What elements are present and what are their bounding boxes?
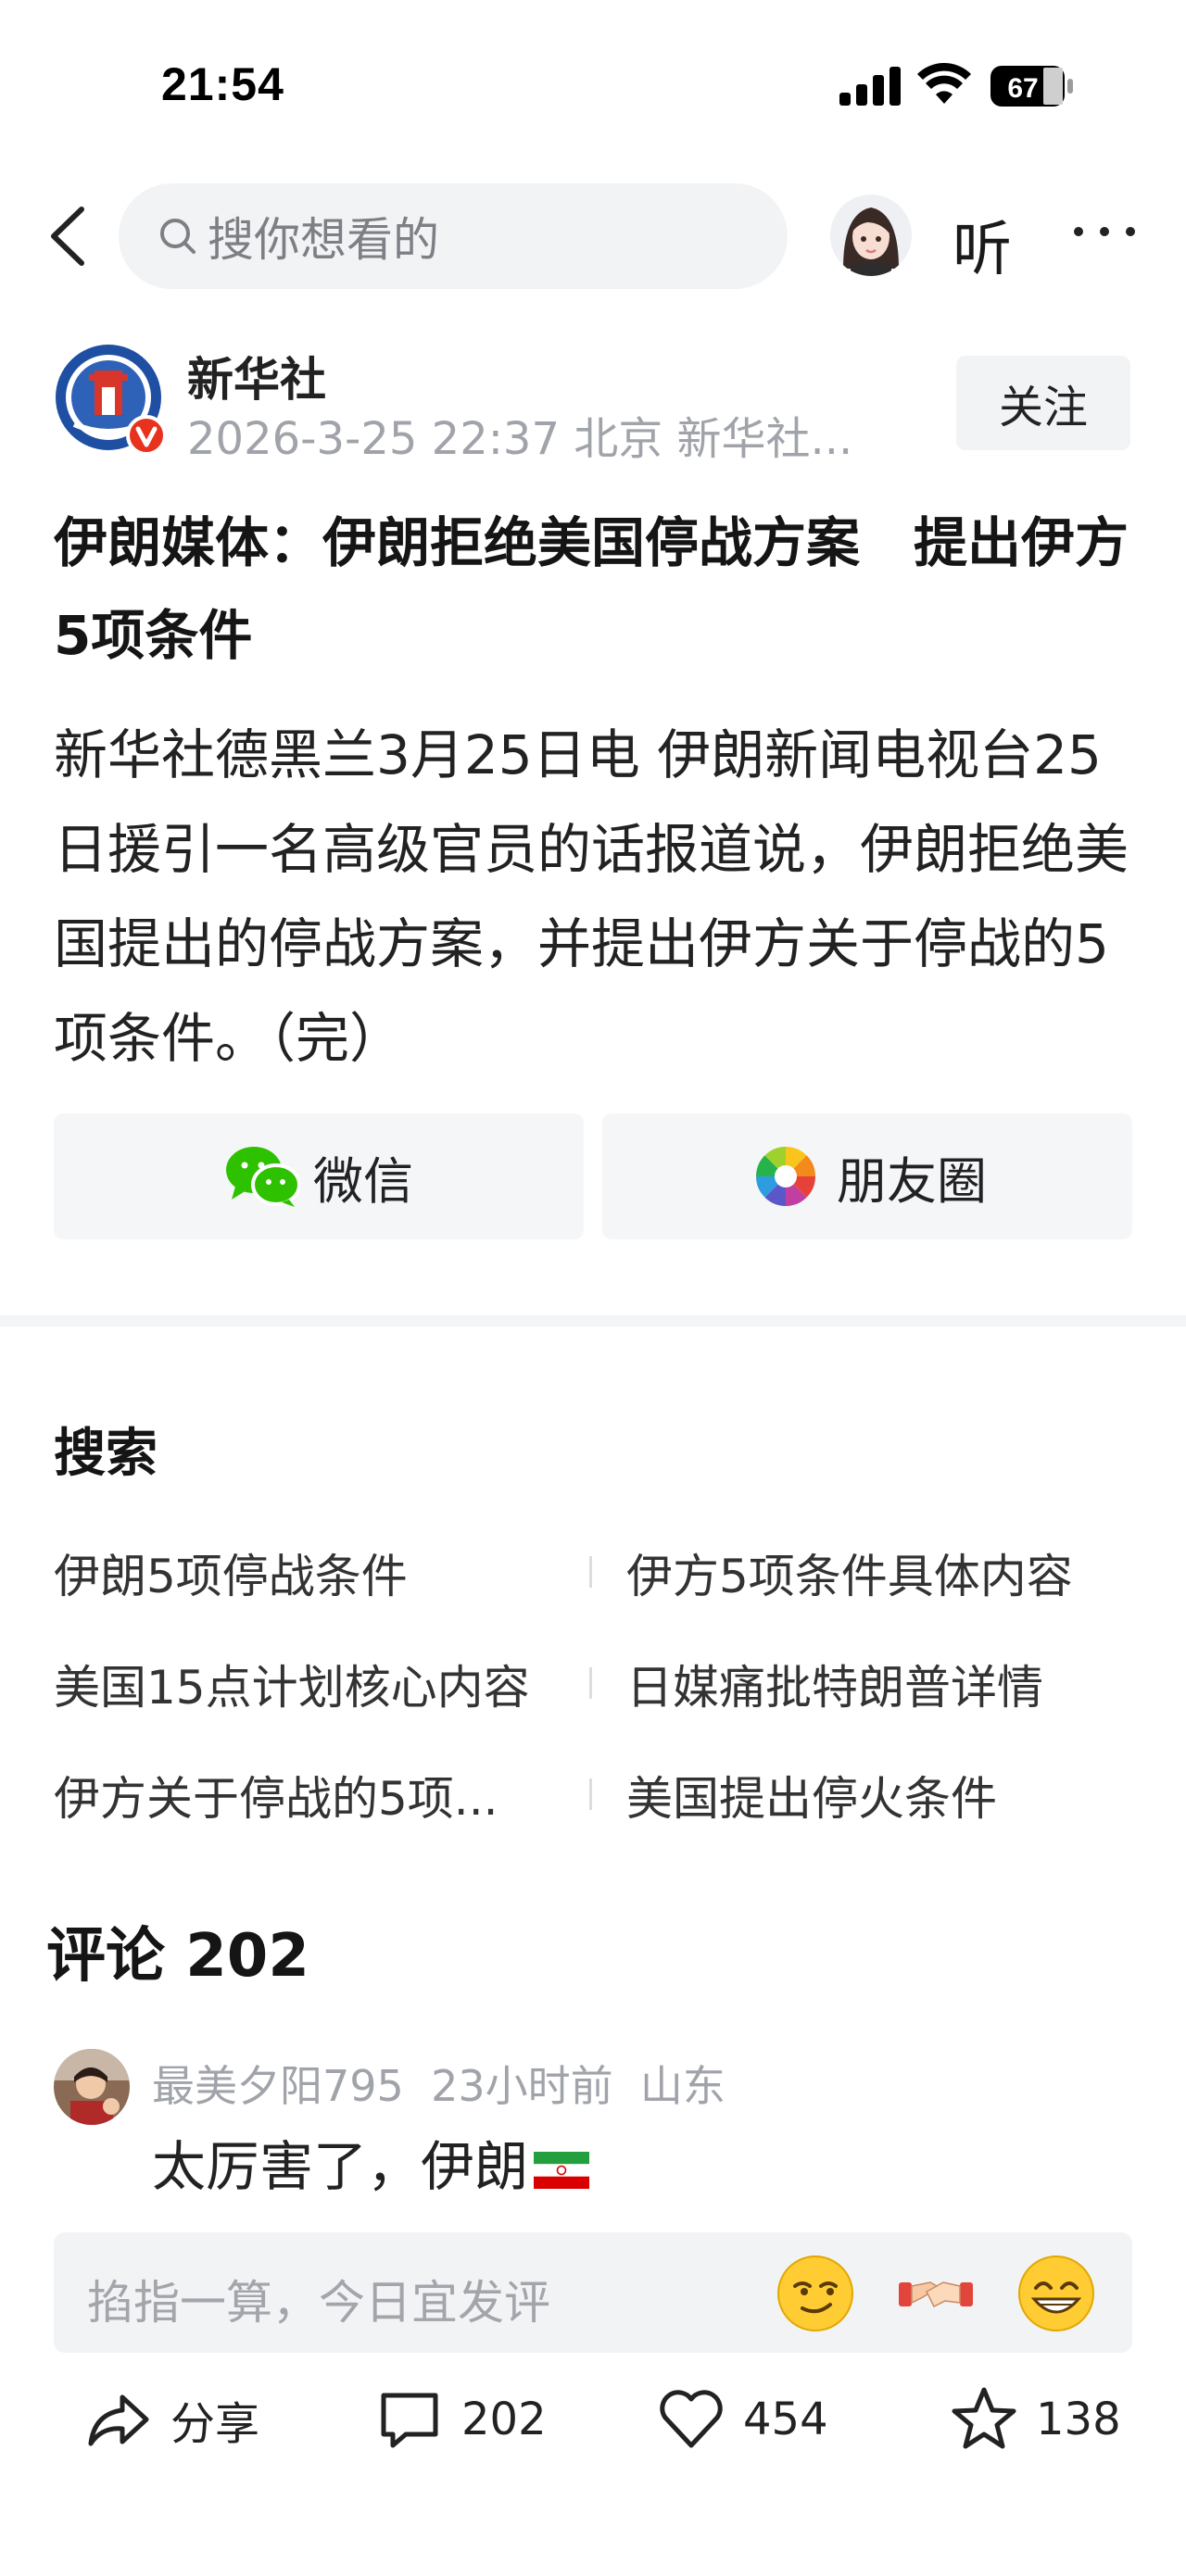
avatar-illustration-icon (843, 207, 899, 276)
comment-input-placeholder: 掐指一算，今日宜发评 (87, 2276, 550, 2330)
grin-emoji-icon[interactable] (1017, 2255, 1095, 2332)
wechat-icon (226, 1147, 300, 1207)
article-title: 伊朗媒体：伊朗拒绝美国停战方案 提出伊方5项条件 (54, 511, 1129, 667)
share-arrow-icon (88, 2394, 149, 2446)
star-icon (952, 2387, 1016, 2449)
related-search-title: 搜索 (54, 1424, 158, 1484)
iran-flag-icon (534, 2151, 590, 2189)
favorite-button[interactable]: 138 (949, 2381, 1121, 2458)
comment-count: 202 (461, 2394, 547, 2445)
comment-bubble-icon (381, 2393, 438, 2448)
avatar-photo-icon (54, 2049, 130, 2125)
comment-text: 太厉害了，伊朗 (152, 2123, 590, 2201)
handshake-emoji-icon[interactable] (897, 2255, 975, 2332)
comment-time: 23小时前 (431, 2061, 613, 2111)
comment-location: 山东 (639, 2061, 725, 2111)
author-name[interactable]: 新华社 (187, 343, 326, 409)
share-wechat-label: 微信 (313, 1151, 413, 1211)
share-moments-button[interactable]: 朋友圈 (602, 1113, 1132, 1239)
heart-icon (660, 2390, 723, 2448)
top-nav: 搜你想看的 听 (0, 176, 1186, 296)
user-avatar[interactable] (830, 195, 912, 276)
related-search-item[interactable]: 伊方关于停战的5项... (54, 1762, 498, 1828)
commenter-avatar[interactable] (54, 2049, 130, 2125)
share-wechat-button[interactable]: 微信 (54, 1113, 584, 1239)
bottom-action-bar: 分享 202 454 138 (0, 2371, 1186, 2464)
comment-input[interactable]: 掐指一算，今日宜发评 (54, 2232, 1132, 2353)
like-count: 454 (743, 2394, 828, 2445)
wifi-icon (917, 63, 971, 104)
battery-level: 67 (1007, 73, 1038, 104)
separator (589, 1556, 592, 1588)
favorite-count: 138 (1036, 2394, 1121, 2445)
smirk-emoji-icon[interactable] (776, 2255, 854, 2332)
comment-username[interactable]: 最美夕阳795 (152, 2061, 404, 2111)
verified-badge-icon (126, 415, 167, 456)
article-body: 新华社德黑兰3月25日电 伊朗新闻电视台25日援引一名高级官员的话报道说，伊朗拒… (54, 723, 1129, 1070)
moments-icon (756, 1147, 815, 1206)
search-icon (160, 219, 196, 254)
cellular-signal-icon (839, 67, 901, 106)
related-search-item[interactable]: 日媒痛批特朗普详情 (626, 1651, 1043, 1717)
like-button[interactable]: 454 (656, 2381, 828, 2458)
share-row: 微信 朋友圈 (54, 1113, 1132, 1239)
share-label: 分享 (170, 2398, 260, 2450)
related-search-item[interactable]: 美国提出停火条件 (626, 1762, 997, 1828)
related-search-item[interactable]: 伊方5项条件具体内容 (626, 1539, 1073, 1606)
more-options-icon[interactable] (1067, 213, 1142, 250)
comment-button[interactable]: 202 (374, 2381, 547, 2458)
comment-meta: 最美夕阳795 23小时前 山东 (152, 2053, 725, 2114)
related-search-item[interactable]: 伊朗5项停战条件 (54, 1539, 408, 1606)
follow-button[interactable]: 关注 (956, 356, 1130, 450)
back-arrow-icon[interactable] (41, 204, 96, 269)
battery-icon: 67 (990, 66, 1073, 107)
xinhua-logo[interactable] (54, 343, 167, 456)
share-button[interactable]: 分享 (83, 2381, 259, 2458)
comment-body: 太厉害了，伊朗 (152, 2135, 529, 2198)
section-divider (0, 1315, 1186, 1326)
related-search-item[interactable]: 美国15点计划核心内容 (54, 1651, 530, 1717)
separator (589, 1667, 592, 1699)
status-time: 21:54 (161, 58, 284, 110)
author-row: 新华社 2026-3-25 22:37 北京 新华社... 关注 (54, 343, 1138, 465)
listen-button[interactable]: 听 (953, 202, 1012, 287)
search-input[interactable]: 搜你想看的 (119, 183, 788, 289)
share-moments-label: 朋友圈 (837, 1151, 987, 1211)
comments-title: 评论 202 (46, 1922, 309, 1991)
status-bar: 21:54 67 (0, 0, 1186, 167)
separator (589, 1778, 592, 1810)
search-placeholder: 搜你想看的 (208, 213, 439, 267)
author-meta: 2026-3-25 22:37 北京 新华社... (187, 413, 853, 465)
